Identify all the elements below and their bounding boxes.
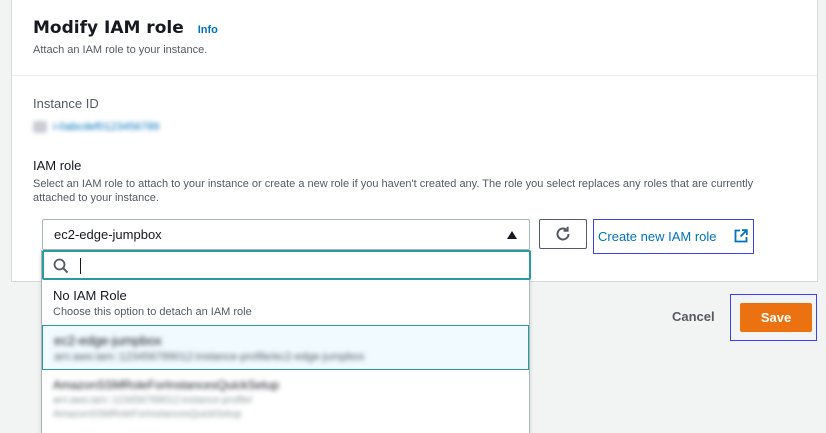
save-button[interactable]: Save bbox=[740, 303, 812, 332]
title-row: Modify IAM role Info bbox=[33, 18, 218, 38]
text-cursor bbox=[80, 258, 81, 274]
refresh-button[interactable] bbox=[539, 219, 587, 249]
info-link[interactable]: Info bbox=[198, 24, 218, 36]
cancel-button[interactable]: Cancel bbox=[672, 309, 715, 324]
iam-role-label: IAM role bbox=[33, 158, 82, 173]
instance-id-label: Instance ID bbox=[33, 96, 99, 111]
modify-iam-role-panel: Modify IAM role Info Attach an IAM role … bbox=[11, 0, 818, 282]
option-description: arn:aws:iam::123456789012:instance-profi… bbox=[53, 395, 253, 406]
dropdown-option[interactable]: AmazonSSMRoleForInstancesQuickSetup arn:… bbox=[42, 376, 529, 420]
refresh-icon bbox=[556, 226, 570, 241]
caret-up-icon bbox=[507, 231, 517, 239]
instance-id-link: i-0abcdef0123456789 bbox=[53, 121, 160, 133]
option-label: AmazonSSMRoleForInstancesQuickSetup bbox=[53, 378, 280, 392]
dropdown-option-selected[interactable]: ec2-edge-jumpbox arn:aws:iam::1234567890… bbox=[42, 325, 529, 370]
option-label: No IAM Role bbox=[53, 288, 127, 303]
panel-header: Modify IAM role Info Attach an IAM role … bbox=[12, 0, 817, 76]
external-link-icon bbox=[734, 229, 748, 243]
save-button-focus-ring: Save bbox=[730, 294, 817, 341]
iam-role-selected-value: ec2-edge-jumpbox bbox=[54, 227, 162, 242]
option-label: ec2-edge-jumpbox bbox=[54, 333, 162, 348]
option-description: Choose this option to detach an IAM role bbox=[53, 306, 252, 318]
instance-id-value[interactable]: i-0abcdef0123456789 bbox=[33, 121, 159, 133]
search-icon bbox=[53, 258, 69, 274]
dropdown-option-no-iam-role[interactable]: No IAM Role Choose this option to detach… bbox=[42, 288, 529, 318]
iam-role-dropdown: No IAM Role Choose this option to detach… bbox=[41, 250, 531, 433]
option-description: arn:aws:iam::123456789012:instance-profi… bbox=[54, 351, 365, 363]
create-new-iam-role-label: Create new IAM role bbox=[598, 229, 717, 244]
iam-role-hint: Select an IAM role to attach to your ins… bbox=[33, 178, 754, 204]
create-new-iam-role-link[interactable]: Create new IAM role bbox=[593, 219, 754, 254]
option-description: AmazonSSMRoleForInstancesQuickSetup bbox=[53, 409, 242, 420]
iam-role-select[interactable]: ec2-edge-jumpbox bbox=[42, 219, 530, 250]
page-title: Modify IAM role bbox=[33, 18, 184, 38]
copy-icon bbox=[33, 121, 47, 133]
dropdown-search-input[interactable] bbox=[78, 256, 518, 275]
dropdown-search[interactable] bbox=[42, 250, 531, 280]
page-subtitle: Attach an IAM role to your instance. bbox=[33, 44, 208, 56]
